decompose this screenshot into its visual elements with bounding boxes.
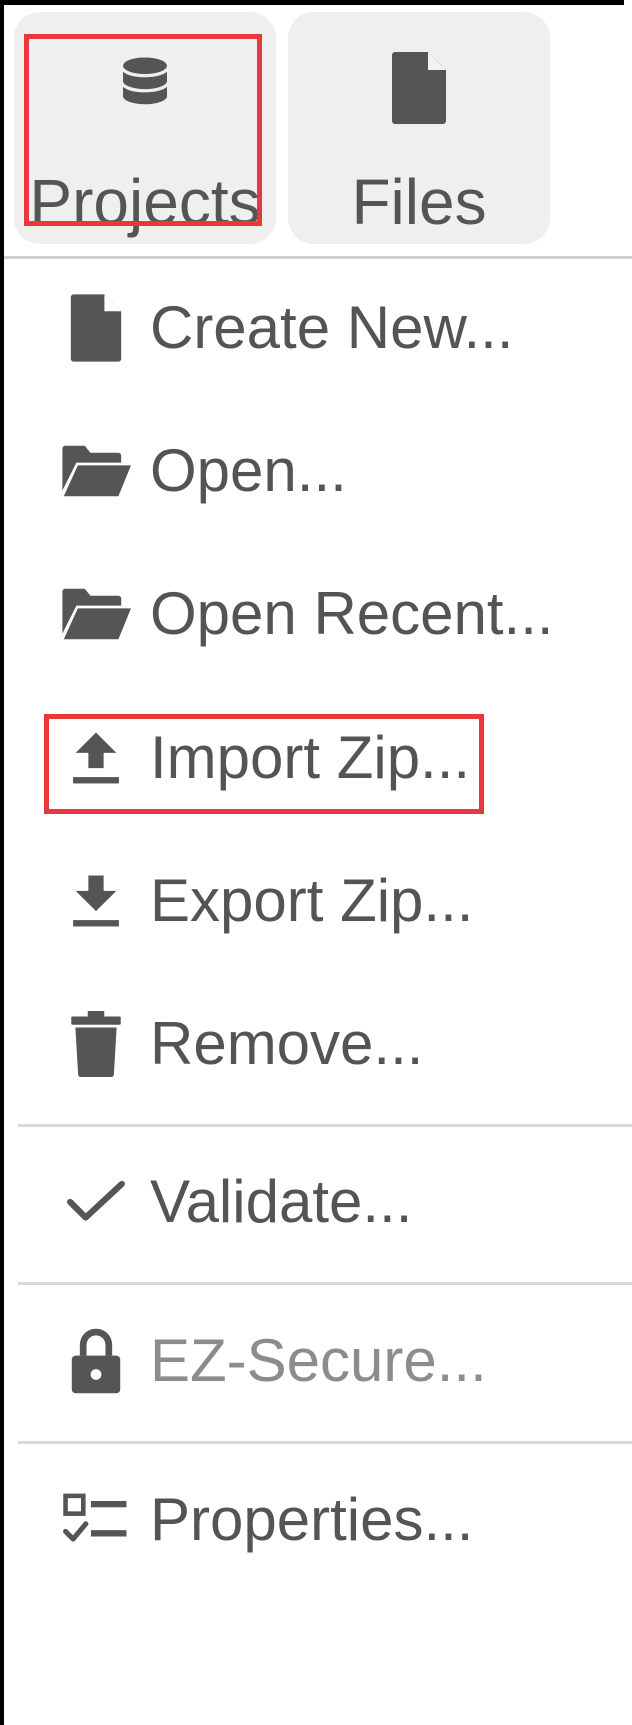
menu-item-label: Export Zip... — [150, 867, 474, 934]
folder-open-icon — [56, 431, 136, 511]
lock-icon — [56, 1321, 136, 1401]
menu-separator — [18, 1282, 632, 1285]
folder-open-icon — [56, 574, 136, 654]
menu-item-ez-secure[interactable]: EZ-Secure... — [4, 1311, 624, 1411]
menu-item-label: Create New... — [150, 294, 514, 361]
menu-separator — [18, 1124, 632, 1127]
menu-item-label: EZ-Secure... — [150, 1327, 487, 1394]
file-icon — [389, 52, 449, 124]
menu-item-validate[interactable]: Validate... — [4, 1152, 624, 1252]
menu-item-label: Open Recent... — [150, 580, 554, 647]
menu-item-create-new[interactable]: Create New... — [4, 278, 624, 378]
menu-item-label: Import Zip... — [150, 724, 471, 791]
tab-files[interactable]: Files — [288, 12, 550, 244]
tab-projects[interactable]: Projects — [14, 12, 276, 244]
menu-item-open-recent[interactable]: Open Recent... — [4, 564, 624, 664]
menu-item-label: Properties... — [150, 1486, 474, 1553]
menu-item-import-zip[interactable]: Import Zip... — [4, 708, 624, 808]
toolbar-divider — [4, 256, 632, 259]
menu-item-label: Remove... — [150, 1010, 424, 1077]
menu-item-properties[interactable]: Properties... — [4, 1470, 624, 1570]
menu-item-remove[interactable]: Remove... — [4, 994, 624, 1094]
menu-item-open[interactable]: Open... — [4, 421, 624, 521]
checkmark-icon — [56, 1162, 136, 1242]
menu-separator — [18, 1441, 632, 1444]
trash-icon — [56, 1004, 136, 1084]
checklist-icon — [56, 1480, 136, 1560]
menu-item-export-zip[interactable]: Export Zip... — [4, 851, 624, 951]
download-icon — [56, 861, 136, 941]
menu-item-label: Validate... — [150, 1168, 413, 1235]
menu-item-label: Open... — [150, 437, 347, 504]
tab-label: Files — [351, 166, 487, 238]
tab-label: Projects — [29, 166, 261, 238]
database-icon — [112, 52, 178, 118]
file-icon — [56, 288, 136, 368]
upload-icon — [56, 718, 136, 798]
